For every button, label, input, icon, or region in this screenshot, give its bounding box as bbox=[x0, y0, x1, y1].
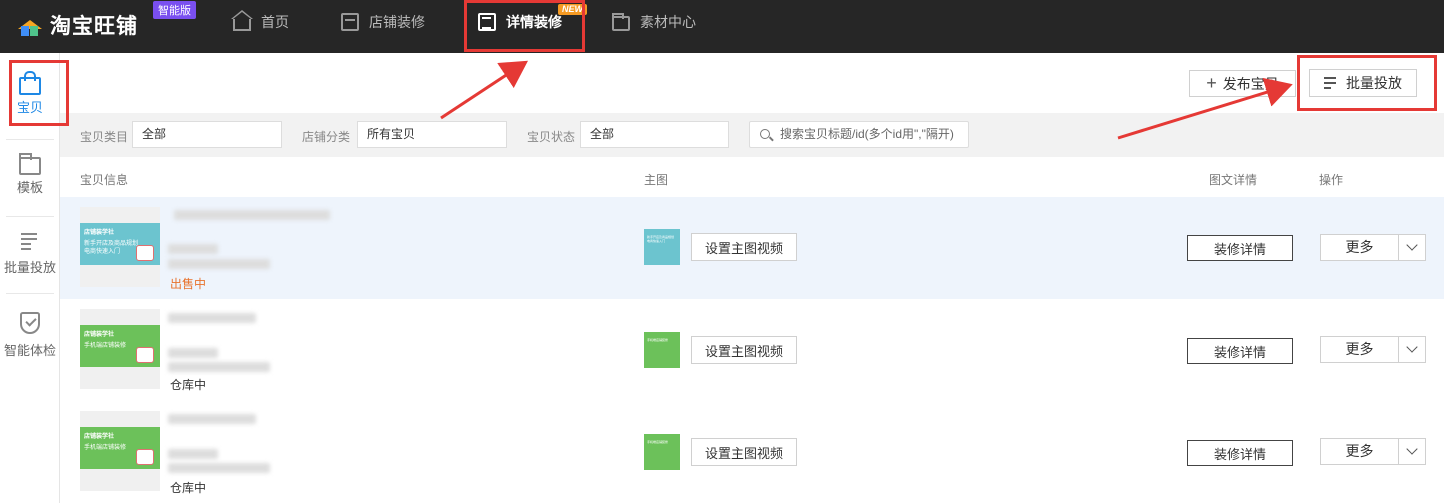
store-icon bbox=[341, 13, 359, 31]
shield-check-icon bbox=[20, 312, 40, 334]
app-logo[interactable]: 淘宝旺铺 bbox=[18, 10, 138, 40]
nav-material-center-label: 素材中心 bbox=[640, 14, 696, 30]
sidebar-item-batch[interactable]: 批量投放 bbox=[0, 231, 60, 276]
decorate-detail-button[interactable]: 装修详情 bbox=[1187, 235, 1293, 261]
edition-badge: 智能版 bbox=[153, 1, 196, 19]
shop-category-select[interactable]: 所有宝贝 bbox=[357, 121, 507, 148]
status-badge: 仓库中 bbox=[170, 378, 207, 392]
item-thumbnail[interactable]: 店铺装学社 手机端店铺装修 bbox=[80, 411, 160, 491]
nav-material-center[interactable]: 素材中心 bbox=[612, 0, 696, 44]
header-detail: 图文详情 bbox=[1209, 173, 1258, 187]
thumb-brand: 店铺装学社 bbox=[84, 434, 115, 440]
thumb-brand: 店铺装学社 bbox=[84, 230, 115, 236]
table-row: 店铺装学社 新手开店及商品规划 电商快速入门 出售中 新手开店及商品规划 电商快… bbox=[60, 197, 1444, 299]
more-dropdown[interactable]: 更多 bbox=[1320, 438, 1426, 465]
nav-home-label: 首页 bbox=[261, 14, 289, 30]
arrow-to-detail-nav bbox=[440, 60, 529, 120]
sidebar-item-health-check[interactable]: 智能体检 bbox=[0, 312, 60, 359]
top-bar: 淘宝旺铺 智能版 首页 店铺装修 详情装修 NEW 素材中心 bbox=[0, 0, 1444, 53]
table-row: 店铺装学社 手机端店铺装修 仓库中 手机端店铺装修 设置主图视频 装修详情 更多 bbox=[60, 299, 1444, 401]
thumb-title: 新手开店及商品规划 电商快速入门 bbox=[84, 241, 139, 255]
thumb-title: 手机端店铺装修 bbox=[84, 445, 127, 451]
illustration-icon bbox=[136, 245, 154, 261]
app-name: 淘宝旺铺 bbox=[50, 15, 138, 38]
nav-home[interactable]: 首页 bbox=[231, 0, 289, 44]
header-actions: 操作 bbox=[1319, 173, 1344, 187]
nav-shop-decoration-label: 店铺装修 bbox=[369, 14, 425, 30]
publish-item-label: 发布宝贝 bbox=[1222, 75, 1279, 92]
annotation-box-sidebar-items bbox=[9, 60, 69, 126]
plus-icon: + bbox=[1206, 73, 1217, 93]
set-main-video-button[interactable]: 设置主图视频 bbox=[691, 438, 797, 466]
sidebar-item-templates[interactable]: 模板 bbox=[0, 153, 60, 196]
mini-thumb-title: 新手开店及商品规划 电商快速入门 bbox=[647, 235, 675, 243]
header-item-info: 宝贝信息 bbox=[80, 173, 129, 187]
mini-thumb-title: 手机端店铺装修 bbox=[647, 440, 669, 444]
filter-bar: 宝贝类目 全部 店铺分类 所有宝贝 宝贝状态 全部 搜索宝贝标题/id(多个id… bbox=[60, 113, 1444, 157]
more-dropdown[interactable]: 更多 bbox=[1320, 234, 1426, 261]
mini-thumb-title: 手机端店铺装修 bbox=[647, 338, 669, 342]
search-input[interactable]: 搜索宝贝标题/id(多个id用","隔开) bbox=[749, 121, 969, 148]
search-icon bbox=[760, 129, 770, 139]
table-row: 店铺装学社 手机端店铺装修 仓库中 手机端店铺装修 设置主图视频 装修详情 更多 bbox=[60, 401, 1444, 503]
home-icon bbox=[231, 10, 253, 31]
nav-shop-decoration[interactable]: 店铺装修 bbox=[341, 0, 425, 44]
decorate-detail-button[interactable]: 装修详情 bbox=[1187, 440, 1293, 466]
more-button[interactable]: 更多 bbox=[1321, 337, 1398, 362]
illustration-icon bbox=[136, 347, 154, 363]
folder-icon bbox=[19, 153, 41, 175]
set-main-video-button[interactable]: 设置主图视频 bbox=[691, 336, 797, 364]
sidebar-item-label: 批量投放 bbox=[3, 260, 56, 275]
more-button[interactable]: 更多 bbox=[1321, 235, 1398, 260]
publish-item-button[interactable]: + 发布宝贝 bbox=[1189, 70, 1296, 97]
chevron-down-icon[interactable] bbox=[1406, 341, 1418, 353]
batch-list-icon bbox=[19, 231, 41, 251]
sidebar-item-label: 模板 bbox=[16, 180, 43, 195]
search-placeholder: 搜索宝贝标题/id(多个id用","隔开) bbox=[780, 127, 954, 141]
annotation-box-detail-nav bbox=[464, 0, 585, 52]
item-thumbnail[interactable]: 店铺装学社 手机端店铺装修 bbox=[80, 309, 160, 389]
sidebar-item-label: 智能体检 bbox=[3, 343, 56, 358]
status-badge: 仓库中 bbox=[170, 481, 207, 495]
status-select[interactable]: 全部 bbox=[580, 121, 729, 148]
chevron-down-icon[interactable] bbox=[1406, 239, 1418, 251]
decorate-detail-button[interactable]: 装修详情 bbox=[1187, 338, 1293, 364]
thumb-brand: 店铺装学社 bbox=[84, 332, 115, 338]
status-label: 宝贝状态 bbox=[527, 130, 576, 144]
header-main-image: 主图 bbox=[644, 173, 669, 187]
category-select[interactable]: 全部 bbox=[132, 121, 282, 148]
item-thumbnail[interactable]: 店铺装学社 新手开店及商品规划 电商快速入门 bbox=[80, 207, 160, 287]
status-badge: 出售中 bbox=[170, 277, 207, 291]
main-image-thumbnail[interactable]: 新手开店及商品规划 电商快速入门 bbox=[644, 229, 680, 265]
folder-icon bbox=[612, 12, 630, 31]
shop-category-label: 店铺分类 bbox=[302, 130, 351, 144]
thumb-title: 手机端店铺装修 bbox=[84, 343, 127, 349]
chevron-down-icon[interactable] bbox=[1406, 443, 1418, 455]
set-main-video-button[interactable]: 设置主图视频 bbox=[691, 233, 797, 261]
more-button[interactable]: 更多 bbox=[1321, 439, 1398, 464]
category-label: 宝贝类目 bbox=[80, 130, 129, 144]
main-image-thumbnail[interactable]: 手机端店铺装修 bbox=[644, 434, 680, 470]
more-dropdown[interactable]: 更多 bbox=[1320, 336, 1426, 363]
logo-house-icon bbox=[18, 13, 42, 37]
main-image-thumbnail[interactable]: 手机端店铺装修 bbox=[644, 332, 680, 368]
illustration-icon bbox=[136, 449, 154, 465]
annotation-box-batch-button bbox=[1297, 55, 1437, 111]
